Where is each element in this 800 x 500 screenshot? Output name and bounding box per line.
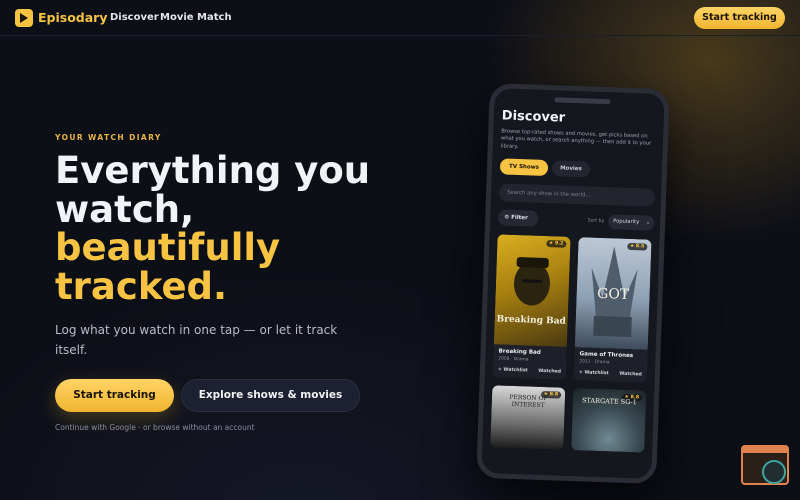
show-card[interactable]: ★ 8.8 STARGATE SG-1 bbox=[571, 388, 647, 453]
phone-description: Browse top-rated shows and movies, get p… bbox=[500, 128, 652, 150]
hero-headline: Everything you watch, beautifully tracke… bbox=[55, 149, 415, 308]
rating-badge: ★ 8.5 bbox=[626, 243, 648, 251]
widget-title-bar bbox=[743, 447, 787, 453]
nav-link-discover[interactable]: Discover bbox=[110, 12, 159, 23]
phone-search-input[interactable]: Search any show in the world... bbox=[498, 183, 656, 208]
nav-link-movie-match[interactable]: Movie Match bbox=[160, 12, 232, 23]
sort-select[interactable]: Popularity ⌄ bbox=[607, 213, 655, 231]
headline-line-1: Everything you bbox=[55, 149, 371, 192]
rating-badge: ★ 9.2 bbox=[545, 240, 567, 248]
watchlist-button[interactable]: + Watchlist bbox=[579, 370, 609, 376]
show-card[interactable]: ★ 8.5 GOT Game of Thrones 2011 · Drama +… bbox=[573, 237, 652, 383]
tab-tv-shows[interactable]: TV Shows bbox=[499, 158, 549, 177]
poster-title: STARGATE SG-1 bbox=[581, 396, 637, 407]
hero-subtitle: Log what you watch in one tap — or let i… bbox=[55, 323, 338, 357]
explore-shows-button[interactable]: Explore shows & movies bbox=[181, 379, 360, 412]
card-actions: + Watchlist Watched bbox=[493, 361, 567, 380]
start-tracking-button[interactable]: Start tracking bbox=[55, 379, 174, 412]
show-card[interactable]: ★ 9.2 Breaking Bad Breaking Bad 2008 · D… bbox=[492, 234, 571, 381]
watched-button[interactable]: Watched bbox=[619, 372, 642, 378]
brand-name[interactable]: Episodary bbox=[38, 10, 108, 25]
phone-title: Discover bbox=[501, 108, 566, 126]
sort-value: Popularity bbox=[613, 218, 640, 225]
watchlist-button[interactable]: + Watchlist bbox=[498, 368, 528, 374]
hero-eyebrow: YOUR WATCH DIARY bbox=[55, 133, 162, 142]
phone-notch bbox=[554, 97, 611, 105]
nav-start-tracking-button[interactable]: Start tracking bbox=[694, 7, 785, 29]
show-grid: ★ 9.2 Breaking Bad Breaking Bad 2008 · D… bbox=[490, 234, 653, 453]
magnifier-icon bbox=[762, 460, 786, 484]
top-nav: Episodary Discover Movie Match Start tra… bbox=[0, 0, 800, 36]
phone-tabs: TV Shows Movies bbox=[499, 158, 656, 180]
poster-image[interactable]: ★ 8.8 STARGATE SG-1 bbox=[571, 388, 647, 453]
poster-title: PERSON OF INTEREST bbox=[509, 394, 548, 410]
logo-play-icon[interactable] bbox=[15, 9, 33, 27]
filter-label: Filter bbox=[511, 215, 528, 222]
tab-movies[interactable]: Movies bbox=[551, 160, 591, 178]
hero-fine-print: Continue with Google · or browse without… bbox=[55, 423, 255, 432]
headline-line-3: beautifully bbox=[55, 226, 281, 269]
poster-title: GOT bbox=[596, 286, 630, 304]
poster-image[interactable]: ★ 8.8 PERSON OF INTEREST bbox=[490, 385, 566, 450]
corner-widget-icon[interactable] bbox=[741, 445, 789, 485]
headline-line-2: watch, bbox=[55, 187, 195, 231]
breaking-bad-poster-art bbox=[513, 257, 550, 306]
watched-button[interactable]: Watched bbox=[538, 369, 561, 375]
phone-filter-row: ⚙ Filter Sort by Popularity ⌄ bbox=[497, 209, 655, 231]
card-actions: + Watchlist Watched bbox=[574, 364, 648, 383]
filter-button[interactable]: ⚙ Filter bbox=[497, 209, 539, 227]
sort-label: Sort by bbox=[587, 218, 605, 224]
headline-line-4: tracked. bbox=[55, 264, 228, 308]
phone-mockup: Discover Browse top-rated shows and movi… bbox=[476, 82, 670, 485]
show-card[interactable]: ★ 8.8 PERSON OF INTEREST bbox=[490, 385, 566, 450]
filter-icon: ⚙ bbox=[504, 214, 510, 221]
poster-image[interactable]: ★ 8.5 GOT bbox=[574, 237, 652, 350]
chevron-down-icon: ⌄ bbox=[645, 219, 651, 226]
phone-screen: Discover Browse top-rated shows and movi… bbox=[490, 104, 658, 453]
poster-image[interactable]: ★ 9.2 Breaking Bad bbox=[493, 234, 571, 348]
sort-control: Sort by Popularity ⌄ bbox=[587, 213, 655, 231]
